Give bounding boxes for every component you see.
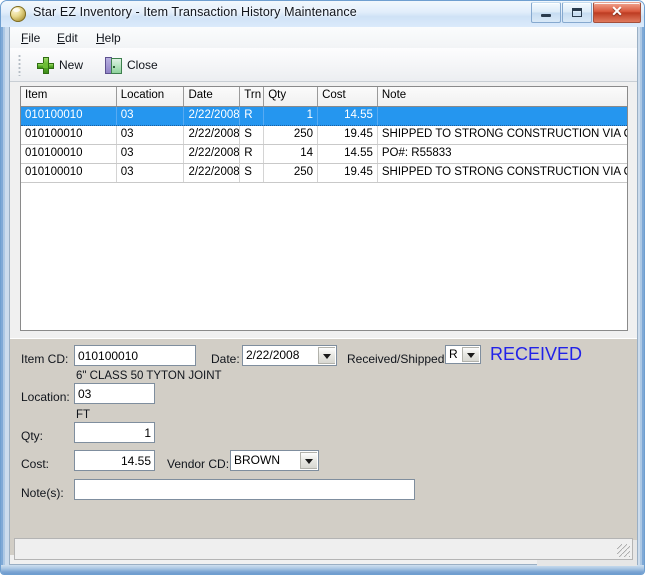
column-header-trn[interactable]: Trn [240, 87, 265, 106]
cell-location: 03 [117, 145, 185, 163]
menu-bar: File Edit Help [10, 27, 637, 49]
vendor-cd-value: BROWN [234, 453, 280, 467]
cell-note: PO#: R55833 [381, 147, 452, 159]
cell-item: 010100010 [21, 107, 117, 125]
column-header-qty[interactable]: Qty [264, 87, 319, 106]
cell-date: 2/22/2008 [184, 126, 241, 144]
cell-location: 03 [117, 126, 185, 144]
toolbar-gripper[interactable] [18, 54, 21, 76]
vendor-cd-combo[interactable]: BROWN [230, 450, 319, 471]
unit-of-measure-label: FT [76, 409, 91, 421]
cost-label: Cost: [21, 457, 50, 471]
cell-location: 03 [117, 164, 185, 182]
cell-location: 03 [117, 107, 185, 125]
door-exit-icon [105, 56, 122, 74]
window-title: Star EZ Inventory - Item Transaction His… [33, 5, 357, 19]
resize-grip-icon[interactable] [617, 544, 630, 557]
close-button[interactable]: ✕ [593, 2, 641, 23]
client-area: File Edit Help New Close Item Location D… [9, 27, 638, 566]
close-icon: ✕ [611, 3, 623, 19]
cell-trn: R [240, 145, 265, 163]
received-shipped-value: R [449, 347, 458, 361]
notes-label: Note(s): [21, 486, 64, 500]
item-cd-input[interactable] [74, 345, 196, 366]
menu-item-edit[interactable]: Edit [52, 30, 83, 46]
cell-cost: 14.55 [318, 107, 378, 125]
cell-note [378, 107, 627, 125]
cell-item: 010100010 [21, 164, 117, 182]
cell-date: 2/22/2008 [184, 164, 241, 182]
location-label: Location: [21, 390, 70, 404]
application-window: Star EZ Inventory - Item Transaction His… [0, 0, 645, 575]
column-header-cost[interactable]: Cost [318, 87, 378, 106]
new-button-label: New [59, 58, 84, 72]
received-shipped-combo[interactable]: R [445, 345, 481, 364]
table-row[interactable]: 010100010 03 2/22/2008 S 250 19.45 SHIPP… [21, 126, 627, 145]
cell-item: 010100010 [21, 126, 117, 144]
maximize-icon [572, 8, 582, 17]
toolbar: New Close [10, 48, 637, 82]
menu-item-help[interactable]: Help [91, 30, 126, 46]
qty-input[interactable] [74, 422, 155, 443]
date-combo[interactable]: 2/22/2008 [242, 345, 337, 366]
cost-input[interactable] [74, 450, 155, 471]
notes-input[interactable] [74, 479, 415, 500]
grid-header-row: Item Location Date Trn Qty Cost Note [21, 87, 627, 107]
item-cd-label: Item CD: [21, 352, 69, 366]
cell-qty: 250 [264, 126, 319, 144]
status-badge: RECEIVED [490, 344, 583, 364]
transaction-grid[interactable]: Item Location Date Trn Qty Cost Note 010… [20, 86, 628, 331]
date-value: 2/22/2008 [246, 348, 300, 362]
cell-qty: 1 [264, 107, 319, 125]
cell-trn: S [240, 164, 265, 182]
chevron-down-icon[interactable] [300, 452, 317, 469]
maximize-button[interactable] [562, 2, 592, 23]
chevron-down-icon[interactable] [318, 347, 335, 364]
cell-date: 2/22/2008 [184, 145, 241, 163]
qty-label: Qty: [21, 429, 44, 443]
table-row[interactable]: 010100010 03 2/22/2008 R 14 14.55 PO#: R… [21, 145, 627, 164]
location-input[interactable] [74, 383, 155, 404]
cell-date: 2/22/2008 [184, 107, 241, 125]
chevron-down-icon[interactable] [462, 347, 479, 362]
menu-item-file[interactable]: File [16, 30, 45, 46]
close-button-label: Close [127, 58, 158, 72]
date-label: Date: [211, 352, 240, 366]
window-bottom-border [1, 565, 644, 574]
item-description: 6" CLASS 50 TYTON JOINT [76, 370, 222, 382]
column-header-item[interactable]: Item [21, 87, 117, 106]
new-button[interactable]: New [32, 52, 88, 78]
minimize-button[interactable] [531, 2, 561, 23]
close-toolbar-button[interactable]: Close [100, 52, 163, 78]
cell-qty: 14 [264, 145, 319, 163]
column-header-date[interactable]: Date [184, 87, 241, 106]
table-row[interactable]: 010100010 03 2/22/2008 R 1 14.55 [21, 107, 627, 126]
minimize-icon [541, 14, 551, 17]
detail-panel: Item CD: Date: 2/22/2008 Received/Shippe… [10, 338, 637, 555]
received-shipped-label: Received/Shipped: [347, 352, 448, 366]
cell-cost: 19.45 [318, 164, 378, 182]
cell-note: SHIPPED TO STRONG CONSTRUCTION VIA OUR T… [381, 166, 627, 178]
table-row[interactable]: 010100010 03 2/22/2008 S 250 19.45 SHIPP… [21, 164, 627, 183]
column-header-location[interactable]: Location [117, 87, 185, 106]
window-controls: ✕ [531, 2, 641, 23]
globe-icon [10, 6, 26, 22]
cell-trn: R [240, 107, 265, 125]
status-bar [14, 538, 633, 560]
title-bar[interactable]: Star EZ Inventory - Item Transaction His… [1, 1, 644, 27]
green-plus-icon [37, 56, 54, 74]
cell-note: SHIPPED TO STRONG CONSTRUCTION VIA OUR T… [381, 128, 627, 140]
cell-cost: 19.45 [318, 126, 378, 144]
cell-trn: S [240, 126, 265, 144]
cell-item: 010100010 [21, 145, 117, 163]
cell-cost: 14.55 [318, 145, 378, 163]
vendor-cd-label: Vendor CD: [167, 457, 230, 471]
cell-qty: 250 [264, 164, 319, 182]
column-header-note[interactable]: Note [378, 87, 627, 106]
